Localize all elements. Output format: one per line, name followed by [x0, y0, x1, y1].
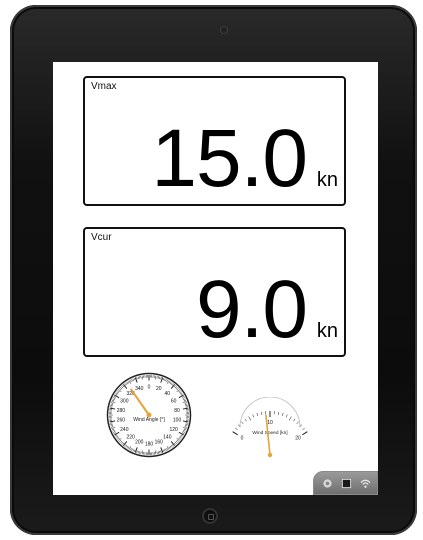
- wind-speed-tick-label: 10: [267, 420, 273, 426]
- home-button[interactable]: [202, 508, 218, 524]
- app-screen: Vmax 15.0 kn Vcur 9.0 kn 0 20 40 60 80 100 120…: [53, 62, 378, 495]
- settings-icon[interactable]: [322, 478, 333, 489]
- wind-angle-tick-label: 140: [163, 435, 172, 441]
- vmax-panel: Vmax 15.0 kn: [83, 76, 346, 206]
- vcur-value: 9.0: [196, 264, 308, 355]
- vmax-unit: kn: [316, 169, 338, 191]
- wind-speed-tick: [301, 431, 308, 436]
- wind-speed-tick: [235, 427, 238, 431]
- stop-icon[interactable]: [341, 478, 352, 489]
- wind-angle-tick-label: 60: [171, 399, 177, 405]
- wind-angle-gauge-title: Wind Angle [°]: [133, 417, 165, 423]
- wind-speed-tick: [277, 411, 280, 415]
- vcur-unit: kn: [316, 320, 338, 342]
- camera-icon: [220, 26, 228, 34]
- wind-speed-tick-label: 20: [295, 435, 301, 441]
- wind-angle-tick-label: 80: [174, 408, 180, 414]
- wifi-icon[interactable]: [360, 478, 371, 489]
- wind-angle-tick-label: 240: [120, 427, 129, 433]
- vmax-value: 15.0: [151, 113, 308, 204]
- wind-speed-gauge: 0 10 20 Wind Speed [kn]: [232, 397, 308, 458]
- wind-speed-tick: [248, 416, 252, 421]
- wind-speed-gauge-title: Wind Speed [kn]: [252, 430, 287, 436]
- wind-angle-tick-label: 160: [155, 440, 164, 446]
- wind-angle-tick-label: 180: [145, 441, 154, 447]
- wind-speed-tick: [241, 421, 244, 425]
- wind-speed-tick: [302, 427, 305, 431]
- status-tray: [313, 471, 378, 495]
- wind-speed-tick: [232, 431, 239, 436]
- wind-angle-gauge: 0 204060 80 100 120 140160180200220 240 260 280 3…: [106, 372, 192, 458]
- wind-speed-tick: [288, 416, 292, 421]
- wind-speed-tick: [244, 418, 247, 422]
- wind-speed-tick: [285, 414, 288, 418]
- wind-angle-tick-label: 280: [117, 408, 126, 414]
- wind-speed-tick: [296, 421, 299, 425]
- vcur-label: Vcur: [91, 232, 112, 243]
- wind-angle-tick-label: 260: [117, 418, 126, 424]
- wind-angle-tick-label: 0: [148, 384, 151, 390]
- wind-angle-tick-label: 120: [170, 427, 179, 433]
- wind-speed-tick: [256, 412, 258, 416]
- wind-speed-needle-hub: [267, 452, 273, 458]
- wind-angle-tick-label: 340: [135, 386, 144, 392]
- wind-angle-tick-label: 200: [135, 440, 144, 446]
- wind-angle-needle-hub: [146, 412, 152, 418]
- wind-speed-tick: [293, 418, 296, 422]
- wind-speed-tick: [252, 414, 255, 418]
- wind-angle-tick-label: 20: [156, 386, 162, 392]
- wind-speed-tick: [260, 411, 263, 415]
- wind-speed-tick-label: 0: [241, 435, 244, 441]
- vmax-label: Vmax: [91, 81, 117, 92]
- wind-speed-tick: [282, 412, 284, 416]
- wind-angle-tick-label: 100: [173, 418, 182, 424]
- wind-angle-tick-label: 300: [120, 399, 129, 405]
- wind-angle-tick-label: 40: [165, 391, 171, 397]
- vcur-panel: Vcur 9.0 kn: [83, 227, 346, 357]
- wind-angle-tick-label: 220: [127, 435, 136, 441]
